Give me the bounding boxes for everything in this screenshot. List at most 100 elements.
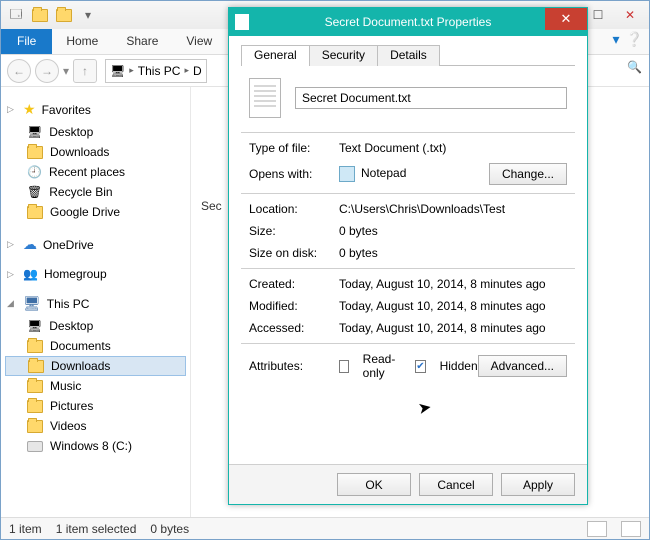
folder-icon [28, 360, 44, 373]
folder-icon [27, 420, 43, 433]
hidden-checkbox[interactable]: ✔ [415, 360, 425, 373]
properties-dialog: Secret Document.txt Properties ✕ General… [228, 7, 588, 505]
accessed-value: Today, August 10, 2014, 8 minutes ago [339, 321, 567, 335]
pc-icon: 🖥 [23, 295, 41, 312]
thispc-group[interactable]: ◢🖥This PC [7, 295, 186, 312]
window-close-button[interactable]: ✕ [617, 6, 643, 24]
nav-pc-downloads[interactable]: Downloads [5, 356, 186, 376]
maximize-button[interactable]: ☐ [585, 6, 611, 24]
size-label: Size: [249, 224, 339, 238]
folder-icon [27, 206, 43, 219]
folder-icon [27, 400, 43, 413]
status-bar: 1 item 1 item selected 0 bytes [1, 517, 649, 539]
tab-view[interactable]: View [172, 29, 226, 54]
icons-view-button[interactable] [621, 521, 641, 537]
tab-general[interactable]: General [241, 45, 310, 66]
cancel-button[interactable]: Cancel [419, 473, 493, 496]
attributes-label: Attributes: [249, 359, 339, 373]
tab-home[interactable]: Home [52, 29, 112, 54]
modified-value: Today, August 10, 2014, 8 minutes ago [339, 299, 567, 313]
location-value: C:\Users\Chris\Downloads\Test [339, 202, 567, 216]
dialog-title: Secret Document.txt Properties [325, 15, 492, 29]
desktop-icon: 🖥 [27, 125, 42, 139]
nav-recent[interactable]: 🕘Recent places [5, 162, 186, 182]
navigation-pane: ▷★Favorites 🖥Desktop Downloads 🕘Recent p… [1, 87, 191, 517]
openswith-value: Notepad [339, 166, 489, 182]
folder-icon [27, 380, 43, 393]
typeoffile-value: Text Document (.txt) [339, 141, 567, 155]
modified-label: Modified: [249, 299, 339, 313]
breadcrumb-this-pc[interactable]: This PC [138, 64, 181, 78]
onedrive-group[interactable]: ▷☁OneDrive [7, 236, 186, 253]
tab-details[interactable]: Details [377, 45, 440, 66]
cloud-icon: ☁ [23, 236, 37, 253]
typeoffile-label: Type of file: [249, 141, 339, 155]
document-icon [235, 14, 249, 30]
nav-gdrive[interactable]: Google Drive [5, 202, 186, 222]
back-button[interactable]: ← [7, 59, 31, 83]
search-icon[interactable]: 🔍 [627, 60, 642, 74]
desktop-icon: 🖥 [27, 319, 42, 333]
dialog-titlebar[interactable]: Secret Document.txt Properties ✕ [229, 8, 587, 36]
ok-button[interactable]: OK [337, 473, 411, 496]
sizeondisk-value: 0 bytes [339, 246, 567, 260]
folder-icon [27, 146, 43, 159]
breadcrumb-segment[interactable]: D [193, 64, 202, 78]
breadcrumb[interactable]: 🖥 ▸ This PC ▸ D [105, 59, 207, 83]
readonly-label: Read-only [363, 352, 402, 380]
dialog-tabs: General Security Details [241, 44, 575, 66]
openswith-label: Opens with: [249, 167, 339, 181]
nav-pc-music[interactable]: Music [5, 376, 186, 396]
notepad-icon [339, 166, 355, 182]
details-view-button[interactable] [587, 521, 607, 537]
new-folder-icon[interactable] [31, 6, 49, 24]
favorites-group[interactable]: ▷★Favorites [7, 101, 186, 118]
advanced-button[interactable]: Advanced... [478, 355, 567, 377]
recent-locations-icon[interactable]: ▾ [63, 64, 69, 78]
nav-pc-documents[interactable]: Documents [5, 336, 186, 356]
file-item[interactable]: Sec [201, 199, 222, 213]
nav-pc-videos[interactable]: Videos [5, 416, 186, 436]
expand-ribbon-icon[interactable]: ▾ [613, 31, 620, 48]
readonly-checkbox[interactable] [339, 360, 349, 373]
nav-desktop[interactable]: 🖥Desktop [5, 122, 186, 142]
recent-icon: 🕘 [27, 165, 42, 179]
chevron-right-icon[interactable]: ▸ [184, 65, 189, 76]
properties-icon[interactable]: 🗔 [7, 6, 25, 24]
status-size: 0 bytes [150, 522, 189, 536]
recycle-icon: 🗑 [27, 185, 42, 199]
chevron-right-icon[interactable]: ▸ [129, 65, 134, 76]
hidden-label: Hidden [440, 359, 478, 373]
created-label: Created: [249, 277, 339, 291]
tab-file[interactable]: File [1, 29, 52, 54]
apply-button[interactable]: Apply [501, 473, 575, 496]
favorites-label: Favorites [42, 103, 91, 117]
nav-recycle[interactable]: 🗑Recycle Bin [5, 182, 186, 202]
status-items: 1 item [9, 522, 42, 536]
open-folder-icon[interactable] [55, 6, 73, 24]
file-icon [249, 78, 281, 118]
location-label: Location: [249, 202, 339, 216]
close-button[interactable]: ✕ [545, 8, 587, 30]
nav-pc-desktop[interactable]: 🖥Desktop [5, 316, 186, 336]
homegroup-icon: 👥 [23, 267, 38, 281]
nav-pc-cdrive[interactable]: Windows 8 (C:) [5, 436, 186, 456]
nav-downloads[interactable]: Downloads [5, 142, 186, 162]
pc-icon: 🖥 [110, 64, 125, 78]
nav-pc-pictures[interactable]: Pictures [5, 396, 186, 416]
star-icon: ★ [23, 101, 36, 118]
accessed-label: Accessed: [249, 321, 339, 335]
status-selected: 1 item selected [56, 522, 137, 536]
filename-field[interactable] [295, 87, 567, 109]
qat-dropdown-icon[interactable]: ▾ [79, 6, 97, 24]
help-icon[interactable]: ❔ [626, 31, 643, 48]
forward-button[interactable]: → [35, 59, 59, 83]
homegroup-group[interactable]: ▷👥Homegroup [7, 267, 186, 281]
drive-icon [27, 441, 43, 452]
dialog-footer: OK Cancel Apply [229, 464, 587, 504]
change-button[interactable]: Change... [489, 163, 567, 185]
tab-share[interactable]: Share [112, 29, 172, 54]
up-button[interactable]: ↑ [73, 59, 97, 83]
sizeondisk-label: Size on disk: [249, 246, 339, 260]
tab-security[interactable]: Security [309, 45, 378, 66]
